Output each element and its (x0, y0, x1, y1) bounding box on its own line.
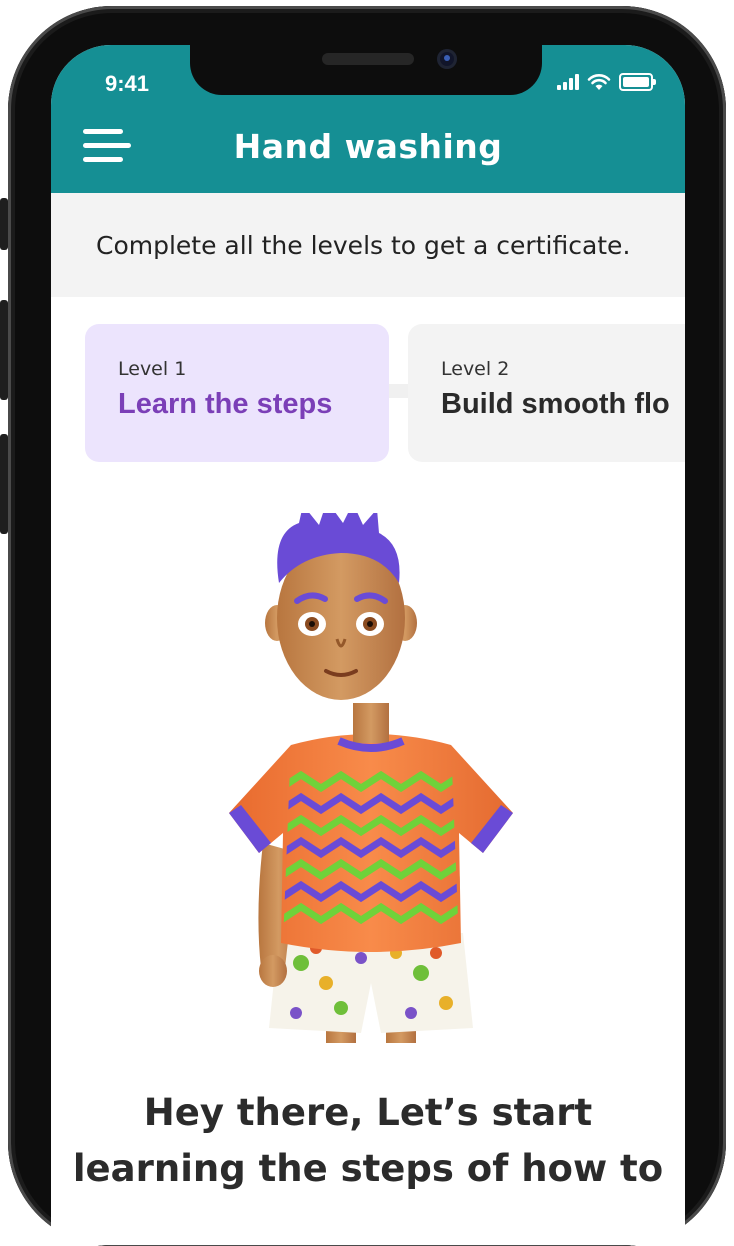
level-2-card[interactable]: Level 2 Build smooth flo (408, 324, 685, 462)
status-time: 9:41 (105, 71, 150, 96)
volume-down-button (0, 434, 8, 534)
app-screen: 9:41 Hand washing Complete all the level… (51, 45, 685, 1245)
level-number: Level 1 (118, 358, 187, 380)
level-1-card[interactable]: Level 1 Learn the steps (85, 324, 389, 462)
level-carousel: Level 1 Learn the steps Level 2 Build sm… (51, 324, 685, 464)
cellular-signal-icon (557, 74, 579, 90)
welcome-message: Hey there, Let’s start learning the step… (51, 1085, 685, 1197)
page-title: Hand washing (233, 127, 503, 166)
certificate-info-bar: Complete all the levels to get a certifi… (51, 193, 685, 297)
silent-switch (0, 198, 8, 250)
welcome-message-line-2: learning the steps of how to (72, 1147, 664, 1190)
certificate-info-text: Complete all the levels to get a certifi… (96, 230, 631, 260)
front-camera (437, 49, 457, 69)
level-name: Learn the steps (118, 388, 333, 420)
battery-icon (619, 73, 656, 91)
welcome-message-line-1: Hey there, Let’s start (143, 1091, 593, 1134)
level-name: Build smooth flo (441, 388, 670, 420)
phone-speaker (322, 53, 414, 65)
level-number: Level 2 (441, 358, 510, 380)
volume-up-button (0, 300, 8, 400)
wifi-icon (587, 74, 611, 90)
status-icons (557, 73, 656, 91)
avatar-character-image (229, 513, 513, 1043)
